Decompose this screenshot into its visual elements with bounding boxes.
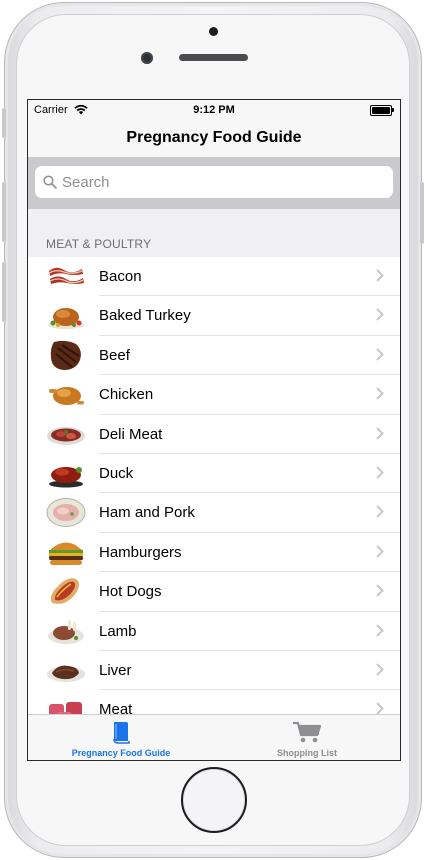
tab-shopping-list[interactable]: Shopping List — [214, 715, 400, 760]
item-label: Liver — [99, 661, 132, 679]
volume-up-button — [2, 182, 6, 242]
volume-down-button — [2, 262, 6, 322]
list-item-chicken[interactable]: Chicken — [28, 375, 400, 415]
clock: 9:12 PM — [193, 104, 235, 116]
food-list: MEAT & POULTRY Bacon Baked Turkey Beef C… — [28, 209, 400, 714]
item-label: Chicken — [99, 386, 154, 404]
status-bar: Carrier 9:12 PM — [28, 100, 400, 120]
power-button — [420, 182, 424, 244]
list-item-duck[interactable]: Duck — [28, 453, 400, 494]
chevron-right-icon — [376, 702, 384, 714]
item-label: Ham and Pork — [99, 504, 195, 522]
mute-switch — [2, 108, 6, 138]
item-label: Duck — [99, 464, 134, 482]
liver-thumbnail — [47, 665, 85, 682]
navigation-bar: Pregnancy Food Guide — [28, 120, 400, 157]
front-camera — [141, 52, 153, 64]
item-label: Beef — [99, 346, 130, 364]
search-placeholder: Search — [62, 174, 110, 191]
proximity-sensor — [209, 27, 218, 36]
book-icon — [113, 722, 130, 744]
battery-icon — [370, 105, 394, 116]
chicken-thumbnail — [49, 387, 84, 406]
item-label: Baked Turkey — [99, 307, 191, 325]
cart-icon — [293, 721, 322, 743]
list-item-hot-dogs[interactable]: Hot Dogs — [28, 572, 400, 612]
list-item-meat[interactable]: Meat — [28, 690, 400, 714]
tab-pregnancy-food-guide[interactable]: Pregnancy Food Guide — [28, 715, 214, 760]
chevron-right-icon — [376, 269, 384, 282]
hot-dog-thumbnail — [50, 578, 79, 605]
meat-thumbnail — [49, 702, 82, 714]
section-header: MEAT & POULTRY — [28, 209, 400, 257]
list-item-bacon[interactable]: Bacon — [28, 257, 400, 297]
tab-label: Shopping List — [277, 748, 337, 758]
chevron-right-icon — [376, 387, 384, 400]
chevron-right-icon — [376, 663, 384, 676]
beef-thumbnail — [50, 340, 81, 370]
item-label: Deli Meat — [99, 425, 163, 443]
search-bar: Search — [28, 157, 400, 209]
list-item-hamburgers[interactable]: Hamburgers — [28, 532, 400, 573]
list-item-beef[interactable]: Beef — [28, 335, 400, 376]
list-item-baked-turkey[interactable]: Baked Turkey — [28, 296, 400, 336]
page-title: Pregnancy Food Guide — [126, 129, 302, 146]
tab-label: Pregnancy Food Guide — [71, 748, 171, 758]
list-item-deli-meat[interactable]: Deli Meat — [28, 414, 400, 454]
section-title: MEAT & POULTRY — [46, 237, 152, 251]
lamb-thumbnail — [48, 619, 84, 644]
chevron-right-icon — [376, 308, 384, 322]
chevron-right-icon — [376, 348, 384, 361]
list-item-ham-and-pork[interactable]: Ham and Pork — [28, 493, 400, 533]
home-button[interactable] — [181, 767, 247, 833]
chevron-right-icon — [376, 426, 384, 440]
item-label: Lamb — [99, 622, 137, 640]
list-item-lamb[interactable]: Lamb — [28, 611, 400, 651]
item-label: Bacon — [99, 268, 142, 285]
search-icon — [43, 175, 57, 189]
chevron-right-icon — [376, 584, 384, 597]
item-label: Hamburgers — [99, 543, 182, 561]
chevron-right-icon — [376, 505, 384, 519]
chevron-right-icon — [376, 466, 384, 479]
tab-bar: Pregnancy Food Guide Shopping List — [28, 714, 400, 760]
hamburger-thumbnail — [49, 542, 83, 565]
ham-thumbnail — [46, 498, 86, 528]
duck-thumbnail — [49, 466, 83, 488]
chevron-right-icon — [376, 545, 384, 558]
earpiece-speaker — [179, 54, 248, 61]
deli-meat-thumbnail — [47, 426, 85, 445]
list-item-liver[interactable]: Liver — [28, 650, 400, 691]
chevron-right-icon — [376, 623, 384, 637]
item-label: Meat — [99, 701, 133, 714]
turkey-thumbnail — [48, 308, 84, 330]
app-screen: Carrier 9:12 PM Pregnancy Food Guide Sea… — [27, 99, 401, 761]
item-label: Hot Dogs — [99, 583, 162, 601]
bacon-thumbnail — [48, 267, 84, 284]
search-input[interactable]: Search — [35, 166, 393, 198]
